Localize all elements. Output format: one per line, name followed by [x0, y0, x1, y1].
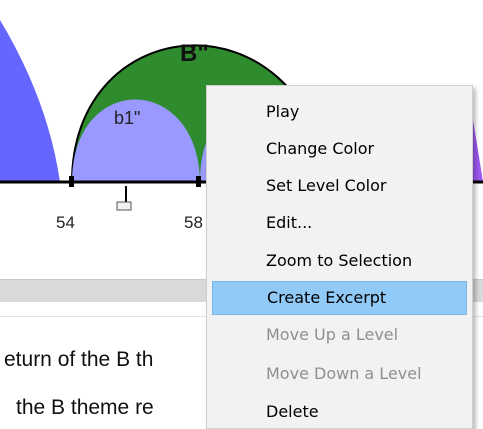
menu-item-edit[interactable]: Edit...: [212, 206, 467, 240]
playhead-handle[interactable]: [116, 201, 132, 211]
large-arc-label: B": [180, 40, 209, 67]
context-menu: Play Change Color Set Level Color Edit..…: [206, 85, 473, 429]
menu-item-play[interactable]: Play: [212, 95, 467, 129]
menu-item-zoom-to-selection[interactable]: Zoom to Selection: [212, 244, 467, 278]
tick-label-58: 58: [184, 213, 203, 232]
tick-mark: [69, 176, 74, 187]
annotation-text-line-2: the B theme re: [16, 396, 154, 419]
left-partial-arc[interactable]: [0, 20, 60, 182]
small-arc-label: b1": [114, 108, 140, 128]
annotation-text-line-1: eturn of the B th: [4, 348, 154, 371]
tick-label-54: 54: [56, 213, 75, 232]
menu-item-move-down-a-level[interactable]: Move Down a Level: [212, 357, 467, 391]
menu-item-delete[interactable]: Delete: [212, 395, 467, 429]
tick-mark: [196, 176, 201, 187]
right-partial-arc[interactable]: [473, 120, 483, 182]
menu-item-change-color[interactable]: Change Color: [212, 132, 467, 166]
menu-item-move-up-a-level[interactable]: Move Up a Level: [212, 318, 467, 352]
menu-item-create-excerpt[interactable]: Create Excerpt: [212, 281, 467, 315]
menu-item-set-level-color[interactable]: Set Level Color: [212, 169, 467, 203]
